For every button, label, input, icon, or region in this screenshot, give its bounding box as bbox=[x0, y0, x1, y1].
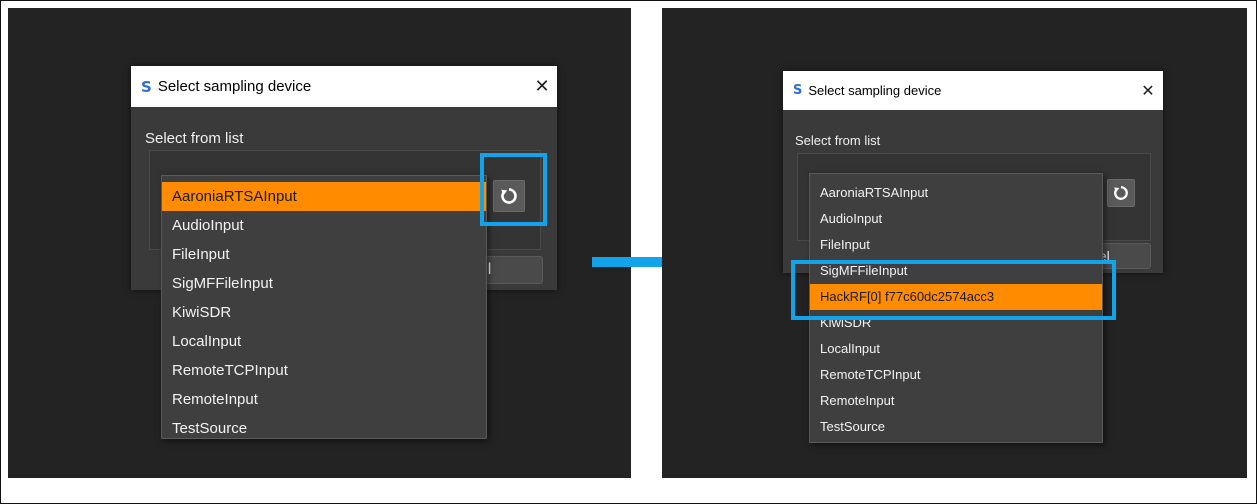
section-label: Select from list bbox=[145, 130, 244, 147]
device-option[interactable]: AaroniaRTSAInput bbox=[810, 180, 1102, 206]
left-panel: S Select sampling device ✕ Select from l… bbox=[8, 8, 631, 478]
refresh-icon bbox=[501, 188, 517, 204]
close-icon[interactable]: ✕ bbox=[527, 76, 557, 97]
device-option[interactable]: AudioInput bbox=[810, 206, 1102, 232]
app-icon: S bbox=[793, 83, 803, 98]
device-option[interactable]: AudioInput bbox=[162, 211, 486, 240]
device-option[interactable]: FileInput bbox=[162, 240, 486, 269]
section-label: Select from list bbox=[795, 133, 881, 148]
device-option[interactable]: RemoteInput bbox=[162, 385, 486, 414]
device-option[interactable]: KiwiSDR bbox=[162, 298, 486, 327]
device-dropdown-list: AaroniaRTSAInput AudioInput FileInput SigMF… bbox=[809, 173, 1103, 443]
device-option[interactable]: LocalInput bbox=[162, 327, 486, 356]
dialog-titlebar: S Select sampling device ✕ bbox=[783, 71, 1163, 110]
dialog-title: Select sampling device bbox=[157, 78, 312, 95]
dialog-title: Select sampling device bbox=[808, 83, 942, 98]
device-option[interactable]: SigMFFileInput bbox=[810, 258, 1102, 284]
device-dropdown-list: AaroniaRTSAInput AudioInput FileInput SigMF… bbox=[161, 175, 487, 439]
refresh-icon bbox=[1114, 186, 1128, 200]
device-option[interactable]: RemoteTCPInput bbox=[810, 362, 1102, 388]
dialog-titlebar: S Select sampling device ✕ bbox=[131, 66, 557, 107]
device-option[interactable]: RemoteTCPInput bbox=[162, 356, 486, 385]
device-option[interactable]: TestSource bbox=[810, 414, 1102, 440]
device-option[interactable]: TestSource bbox=[162, 414, 486, 443]
device-option[interactable]: KiwiSDR bbox=[810, 310, 1102, 336]
device-option[interactable]: LocalInput bbox=[810, 336, 1102, 362]
refresh-button[interactable] bbox=[1107, 179, 1135, 207]
close-icon[interactable]: ✕ bbox=[1133, 81, 1163, 100]
device-option[interactable]: HackRF[0] f77c60dc2574acc3 bbox=[810, 284, 1102, 310]
refresh-button[interactable] bbox=[493, 180, 525, 212]
device-option[interactable]: AaroniaRTSAInput bbox=[162, 182, 486, 211]
device-option[interactable]: FileInput bbox=[810, 232, 1102, 258]
app-icon: S bbox=[141, 77, 152, 96]
right-panel: S Select sampling device ✕ Select from l… bbox=[662, 8, 1247, 478]
device-option[interactable]: RemoteInput bbox=[810, 388, 1102, 414]
device-option[interactable]: SigMFFileInput bbox=[162, 269, 486, 298]
